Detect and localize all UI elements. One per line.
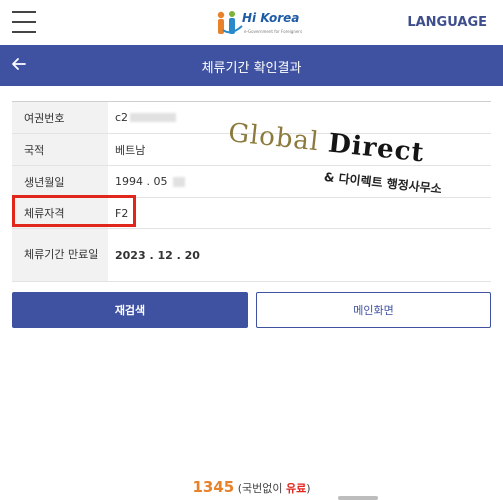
blurred-redaction: [130, 113, 177, 122]
table-row: 체류기간 만료일 2023 . 12 . 20: [12, 229, 491, 282]
row-label: 체류기간 만료일: [12, 229, 108, 281]
footer-text-suffix: ): [306, 482, 311, 495]
row-value: F2: [115, 206, 129, 220]
footer-text-prefix: (국번없이: [237, 482, 286, 495]
birthdate: 1994 . 05: [115, 175, 168, 188]
call-center-number: 1345: [192, 478, 235, 496]
title-bar: 체류기간 확인결과: [0, 45, 503, 86]
scroll-indicator[interactable]: [338, 496, 378, 500]
top-bar: Hi Korea e-Government for Foreigners LAN…: [0, 0, 503, 46]
main-screen-button[interactable]: 메인화면: [256, 292, 491, 328]
hikorea-logo[interactable]: Hi Korea e-Government for Foreigners: [214, 9, 304, 37]
logo-text: Hi Korea: [242, 11, 300, 25]
call-center-info: 1345 (국번없이 유료): [0, 478, 503, 496]
menu-icon[interactable]: [12, 11, 36, 33]
row-value: 2023 . 12 . 20: [115, 248, 200, 262]
highlight-box: [12, 195, 136, 227]
row-label: 여권번호: [12, 102, 108, 133]
logo-subtext: e-Government for Foreigners: [244, 29, 303, 34]
blurred-redaction: [173, 176, 186, 187]
footer-text-paid: 유료: [285, 482, 307, 495]
language-button[interactable]: LANGUAGE: [407, 15, 487, 30]
row-label: 국적: [12, 134, 108, 165]
research-button[interactable]: 재검색: [12, 292, 248, 328]
row-label: 생년월일: [12, 166, 108, 197]
page-title: 체류기간 확인결과: [201, 61, 302, 76]
logo-mark-icon: [217, 11, 243, 34]
passport-number: c2: [115, 111, 129, 124]
